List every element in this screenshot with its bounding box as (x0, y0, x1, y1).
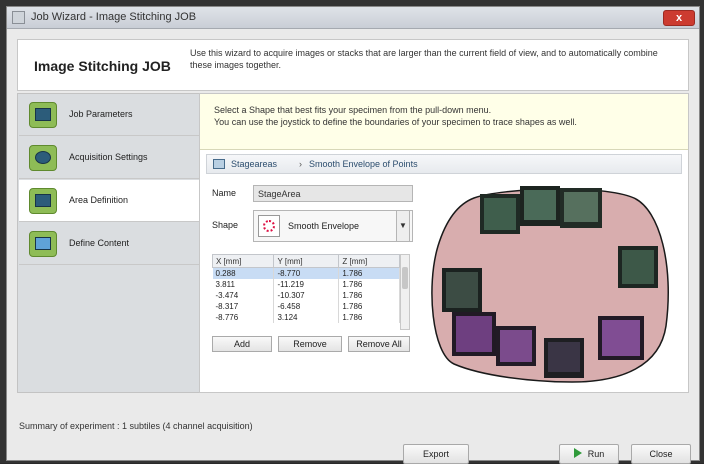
instruction-line-1: Select a Shape that best fits your speci… (214, 105, 492, 115)
wizard-header: Image Stitching JOB Use this wizard to a… (17, 39, 689, 91)
table-cell: -10.307 (273, 289, 340, 301)
app-icon (12, 11, 25, 24)
export-button[interactable]: Export (403, 444, 469, 464)
table-cell: 1.786 (338, 278, 400, 290)
table-cell: 1.786 (338, 289, 400, 301)
name-label: Name (212, 188, 237, 198)
table-row[interactable]: -3.474 -10.307 1.786 (212, 289, 400, 301)
run-button-label: Run (587, 449, 605, 459)
coordinates-table: X [mm] Y [mm] Z [mm] 0.288 -8.770 1.786 … (211, 254, 400, 323)
experiment-summary: Summary of experiment : 1 subtiles (4 ch… (19, 421, 253, 431)
instruction-line-2: You can use the joystick to define the b… (214, 117, 577, 127)
area-preview-canvas[interactable] (422, 176, 684, 390)
table-cell: -8.770 (273, 267, 340, 279)
table-row[interactable]: 3.811 -11.219 1.786 (212, 278, 400, 290)
area-definition-panel: Select a Shape that best fits your speci… (199, 93, 689, 393)
table-cell: 3.811 (212, 278, 275, 290)
breadcrumb-current: Smooth Envelope of Points (309, 159, 418, 169)
sidebar-item-area-definition[interactable]: Area Definition (19, 180, 203, 222)
breadcrumb-separator: › (299, 159, 302, 169)
breadcrumb-root[interactable]: Stageareas (231, 159, 277, 169)
camera-icon (29, 145, 57, 171)
table-cell: -6.458 (273, 300, 340, 312)
chevron-down-icon[interactable]: ▼ (396, 210, 410, 242)
sidebar-item-label: Area Definition (69, 195, 129, 205)
title-bar[interactable]: Job Wizard - Image Stitching JOB x (7, 7, 699, 29)
sidebar-item-acquisition-settings[interactable]: Acquisition Settings (19, 137, 203, 179)
smooth-envelope-icon (258, 215, 280, 237)
shape-selected-value: Smooth Envelope (288, 221, 360, 231)
screen-background: Job Wizard - Image Stitching JOB x Image… (0, 0, 704, 464)
instructions-box: Select a Shape that best fits your speci… (200, 94, 688, 150)
header-title: Image Stitching JOB (34, 58, 171, 74)
name-field[interactable]: StageArea (253, 185, 413, 202)
breadcrumb: Stageareas › Smooth Envelope of Points (206, 154, 682, 174)
table-cell: 0.288 (212, 267, 275, 279)
shape-dropdown[interactable]: Smooth Envelope (253, 210, 413, 242)
content-icon (29, 231, 57, 257)
table-cell: 1.786 (338, 311, 400, 323)
run-button[interactable]: Run (559, 444, 619, 464)
wizard-window: Job Wizard - Image Stitching JOB x Image… (6, 6, 700, 464)
remove-button[interactable]: Remove (278, 336, 342, 352)
table-scrollbar[interactable] (400, 254, 410, 330)
sidebar-item-label: Acquisition Settings (69, 152, 148, 162)
sidebar-item-label: Job Parameters (69, 109, 133, 119)
close-button[interactable]: Close (631, 444, 691, 464)
column-header-x[interactable]: X [mm] (211, 254, 275, 268)
column-header-y[interactable]: Y [mm] (273, 254, 340, 268)
table-cell: -8.776 (212, 311, 275, 323)
table-row[interactable]: -8.317 -6.458 1.786 (212, 300, 400, 312)
table-cell: 3.124 (273, 311, 340, 323)
shape-label: Shape (212, 220, 239, 230)
stage-area-icon (213, 159, 225, 169)
table-cell: -11.219 (273, 278, 340, 290)
play-icon (573, 448, 582, 458)
table-cell: -3.474 (212, 289, 275, 301)
column-header-z[interactable]: Z [mm] (338, 254, 400, 268)
wizard-steps-sidebar: Job Parameters Acquisition Settings Area… (17, 93, 203, 393)
table-cell: -8.317 (212, 300, 275, 312)
table-cell: 1.786 (338, 300, 400, 312)
table-row[interactable]: -8.776 3.124 1.786 (212, 311, 400, 323)
remove-all-button[interactable]: Remove All (348, 336, 410, 352)
add-button[interactable]: Add (212, 336, 272, 352)
sidebar-item-label: Define Content (69, 238, 130, 248)
header-description: Use this wizard to acquire images or sta… (190, 48, 658, 70)
sidebar-item-define-content[interactable]: Define Content (19, 223, 203, 265)
monitor-icon (29, 188, 57, 214)
job-parameters-icon (29, 102, 57, 128)
sidebar-item-job-parameters[interactable]: Job Parameters (19, 94, 203, 136)
window-title: Job Wizard - Image Stitching JOB (31, 11, 197, 23)
table-cell: 1.786 (338, 267, 400, 279)
window-close-button[interactable]: x (663, 10, 695, 26)
table-row[interactable]: 0.288 -8.770 1.786 (212, 267, 400, 279)
